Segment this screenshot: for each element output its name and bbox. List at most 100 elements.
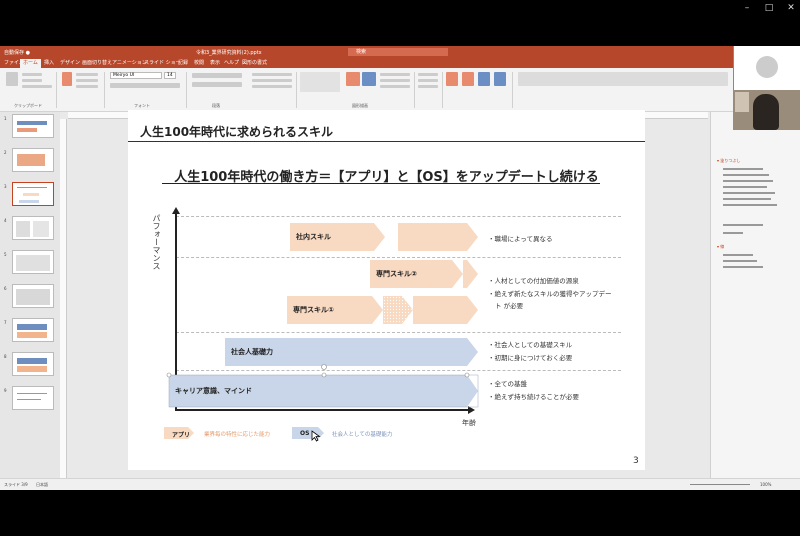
slide-thumbnail[interactable] — [12, 318, 54, 342]
minimize-icon[interactable]: – — [740, 2, 754, 14]
tab-transitions[interactable]: 画面切り替え — [82, 59, 112, 66]
tab-record[interactable]: 記録 — [178, 59, 188, 66]
slide-thumbnail[interactable] — [12, 284, 54, 308]
close-icon[interactable]: ✕ — [784, 2, 798, 14]
slide-thumbnail[interactable] — [12, 216, 54, 240]
addin-button-2[interactable] — [494, 72, 506, 86]
tab-help[interactable]: ヘルプ — [224, 59, 239, 66]
language-indicator[interactable]: 日本語 — [36, 482, 48, 488]
slide-thumbnail[interactable] — [12, 148, 54, 172]
bar-shanai-ext[interactable] — [398, 223, 478, 251]
select-button[interactable] — [418, 85, 438, 88]
smartart-button[interactable] — [252, 85, 292, 88]
search-label: 検索 — [356, 49, 367, 55]
arrange-button[interactable] — [346, 72, 360, 86]
bar-label-shakaijin: 社会人基礎力 — [231, 348, 273, 356]
addin-button-1[interactable] — [478, 72, 490, 86]
slide-thumbnail[interactable] — [12, 352, 54, 376]
new-slide-button[interactable] — [62, 72, 72, 86]
screen: – □ ✕ 自動保存 ● 令和3_業界研究資料(2).pptx 検索 ファイル … — [0, 0, 800, 536]
shape-outline-button[interactable] — [380, 79, 410, 82]
zoom-level[interactable]: 100% — [760, 482, 771, 487]
webcam-tile — [733, 46, 800, 90]
dictate-button[interactable] — [446, 72, 458, 86]
text-direction-button[interactable] — [252, 73, 292, 76]
tab-insert[interactable]: 挿入 — [44, 59, 54, 66]
shapes-gallery[interactable] — [300, 72, 340, 92]
clipboard-group-label: クリップボード — [14, 103, 42, 108]
bullet-text: 人材としての付加価値の源泉 — [488, 275, 579, 285]
tab-design[interactable]: デザイン — [60, 59, 80, 66]
vertical-ruler — [60, 119, 67, 479]
legend-os-text: 社会人としての基礎能力 — [332, 432, 393, 438]
font-size-select[interactable]: 14 — [164, 72, 176, 79]
maximize-icon[interactable]: □ — [762, 2, 776, 14]
layout-button[interactable] — [76, 73, 98, 76]
quick-styles-button[interactable] — [362, 72, 376, 86]
selection-handle[interactable] — [166, 372, 172, 378]
bar-senmon1-texture[interactable] — [383, 296, 413, 324]
alignment-tools-group[interactable] — [518, 72, 728, 86]
zoom-slider[interactable] — [690, 484, 750, 485]
section-button[interactable] — [76, 85, 98, 88]
font-group-label: フォント — [134, 103, 150, 108]
selection-handle[interactable] — [321, 372, 327, 378]
slide-thumbnail-selected[interactable] — [12, 182, 54, 206]
bar-label-career: キャリア意識、マインド — [175, 387, 252, 395]
paste-button[interactable] — [6, 72, 18, 86]
bullet-text: 初期に身につけておく必要 — [488, 352, 573, 362]
avatar — [756, 56, 778, 78]
slide-thumbnail[interactable] — [12, 386, 54, 410]
tab-review[interactable]: 校閲 — [194, 59, 204, 66]
find-button[interactable] — [418, 73, 438, 76]
drawing-group-label: 図形描画 — [352, 103, 368, 108]
shape-fill-button[interactable] — [380, 73, 410, 76]
slide-counter: スライド 3/9 — [4, 482, 28, 487]
background-wall — [735, 92, 749, 112]
paragraph-buttons[interactable] — [192, 73, 242, 78]
font-style-buttons[interactable] — [110, 83, 180, 88]
autosave-label[interactable]: 自動保存 ● — [4, 49, 30, 56]
format-painter-button[interactable] — [22, 85, 52, 88]
search-box[interactable]: 検索 — [348, 48, 448, 56]
slide-thumbnail[interactable] — [12, 114, 54, 138]
os-title-bar: – □ ✕ — [0, 0, 800, 18]
mouse-cursor-icon — [311, 430, 321, 442]
selection-handle[interactable] — [321, 364, 327, 370]
font-name-select[interactable]: Meiryo UI — [110, 72, 162, 79]
bar-label-senmon2: 専門スキル② — [376, 270, 417, 278]
bullet-text-continued: ト が必要 — [495, 302, 524, 310]
document-title: 令和3_業界研究資料(2).pptx — [196, 50, 262, 56]
format-pane-section: ▾ 線 — [717, 244, 725, 249]
tab-view[interactable]: 表示 — [210, 59, 220, 66]
legend-app-text: 業界毎の特性に応じた能力 — [204, 432, 271, 438]
tab-shape-format[interactable]: 図形の書式 — [242, 59, 267, 66]
bar-senmon2-ext[interactable] — [463, 260, 478, 288]
page-number: 3 — [633, 456, 639, 466]
shape-effects-button[interactable] — [380, 85, 410, 88]
slide[interactable]: 人生100年時代に求められるスキル 人生100年時代の働き方＝【アプリ】と【OS… — [128, 110, 645, 470]
tab-animations[interactable]: アニメーション — [112, 59, 147, 66]
person-silhouette — [753, 94, 779, 130]
tab-slideshow[interactable]: スライド ショー — [144, 59, 181, 66]
designer-button[interactable] — [462, 72, 474, 86]
replace-button[interactable] — [418, 79, 438, 82]
cut-button[interactable] — [22, 73, 42, 76]
selection-handle[interactable] — [464, 372, 470, 378]
tab-home[interactable]: ホーム — [20, 59, 41, 68]
webcam-video — [733, 90, 800, 130]
screen-bottom-border — [0, 490, 800, 536]
bullet-text: 絶えず新たなスキルの獲得やアップデー — [488, 288, 612, 298]
bullet-text: 職場によって異なる — [488, 233, 553, 243]
bullet-text: 社会人としての基礎スキル — [488, 339, 573, 349]
reset-button[interactable] — [76, 79, 98, 82]
slide-thumbnail[interactable] — [12, 250, 54, 274]
bullet-text: 全ての基盤 — [488, 378, 528, 388]
align-text-button[interactable] — [252, 79, 292, 82]
slide-thumbnail-pane: 1 2 3 4 5 6 7 8 9 — [0, 112, 60, 478]
ribbon-tabs: ファイル ホーム 挿入 デザイン 画面切り替え アニメーション スライド ショー… — [0, 58, 800, 68]
legend-os-label: OS — [300, 430, 310, 437]
copy-button[interactable] — [22, 79, 42, 82]
bar-senmon1-ext[interactable] — [413, 296, 478, 324]
align-buttons[interactable] — [192, 82, 242, 87]
